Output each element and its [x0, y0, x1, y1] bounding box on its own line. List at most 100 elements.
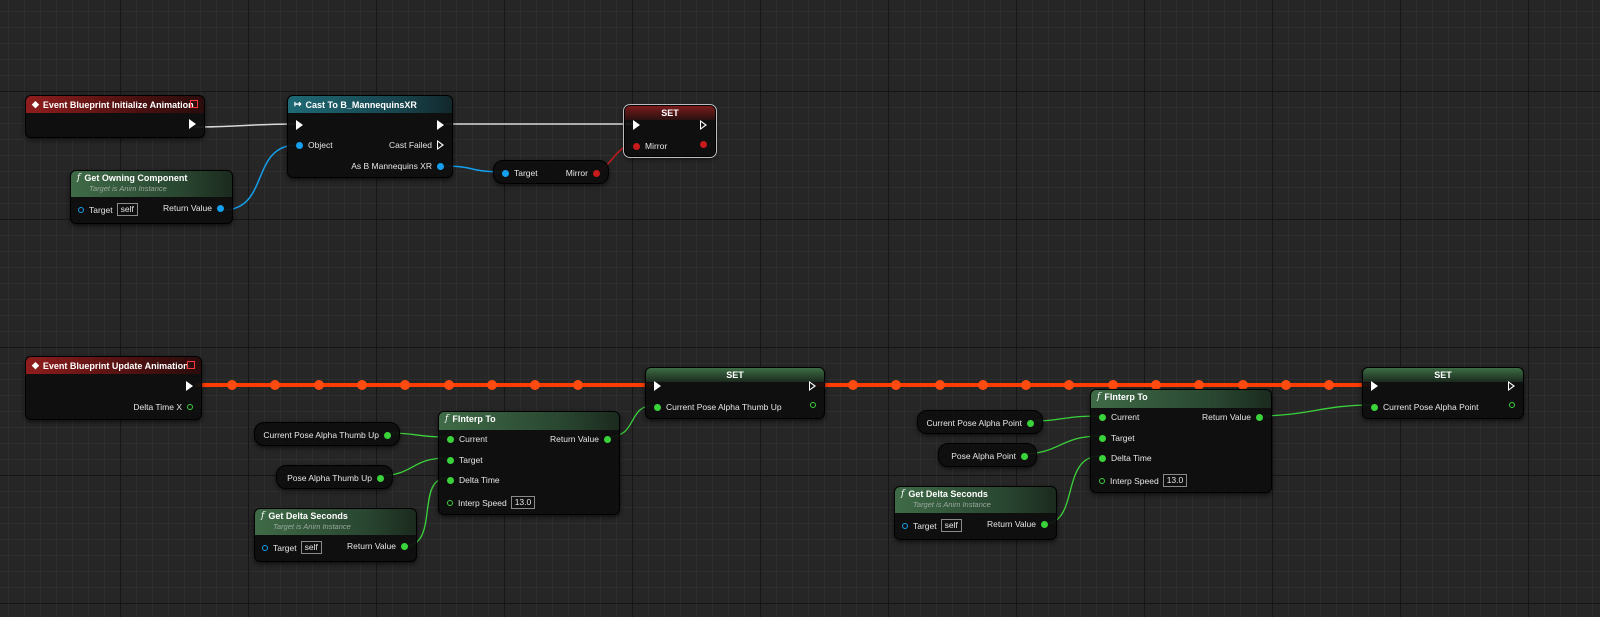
as-mannequins-pin[interactable]: As B Mannequins XR: [351, 161, 444, 171]
exec-out-pin[interactable]: [437, 120, 444, 130]
exec-in-pin[interactable]: [296, 120, 303, 130]
cast-failed-pin[interactable]: Cast Failed: [389, 140, 444, 150]
interp-speed-pin[interactable]: Interp Speed 13.0: [1099, 474, 1188, 487]
exec-flow-bubble: [487, 380, 497, 390]
function-icon: f: [445, 414, 449, 424]
interp-speed-field[interactable]: 13.0: [510, 496, 536, 509]
value-output-pin[interactable]: Current Pose Alpha Point: [927, 418, 1034, 428]
target-pin[interactable]: Target: [502, 168, 538, 178]
thumb-up-output-pin[interactable]: [810, 402, 816, 408]
target-pin[interactable]: Target: [1099, 433, 1135, 443]
float-pin-icon: [377, 474, 384, 482]
object-input-pin[interactable]: Object: [296, 140, 333, 150]
exec-in-pin[interactable]: [633, 120, 640, 130]
exec-out-pin[interactable]: [189, 119, 196, 129]
current-pin[interactable]: Current: [1099, 412, 1139, 422]
set-point-node[interactable]: SET Current Pose Alpha Point: [1362, 367, 1524, 419]
node-title: FInterp To: [1104, 392, 1148, 402]
return-value-pin[interactable]: Return Value: [163, 203, 224, 213]
point-output-pin[interactable]: [1509, 402, 1515, 408]
event-update-animation-node[interactable]: ◆ Event Blueprint Update Animation Delta…: [25, 356, 202, 420]
exec-out-pin[interactable]: [700, 120, 707, 130]
point-input-pin[interactable]: Current Pose Alpha Point: [1371, 402, 1478, 412]
value-output-pin[interactable]: Current Pose Alpha Thumb Up: [263, 430, 391, 440]
node-header: ↦ Cast To B_MannequinsXR: [288, 96, 452, 113]
delegate-pin-icon[interactable]: [187, 361, 195, 369]
exec-in-pin[interactable]: [1371, 381, 1378, 391]
exec-flow-bubble: [1281, 380, 1291, 390]
target-pin[interactable]: Target self: [902, 519, 962, 532]
finterp-to-node[interactable]: f FInterp To Current Return Value Target…: [438, 411, 620, 515]
float-pin-icon: [1099, 454, 1106, 462]
exec-in-pin[interactable]: [654, 381, 661, 391]
bool-pin-icon: [700, 141, 707, 148]
target-pin[interactable]: Target self: [262, 541, 322, 554]
node-title: Event Blueprint Initialize Animation: [42, 99, 194, 110]
current-pin[interactable]: Current: [447, 434, 487, 444]
node-header: f FInterp To: [439, 412, 619, 430]
interp-speed-pin[interactable]: Interp Speed 13.0: [447, 496, 536, 509]
delta-time-pin[interactable]: Delta Time: [447, 475, 500, 485]
current-point-getter[interactable]: Current Pose Alpha Point: [917, 410, 1043, 434]
target-value-field[interactable]: self: [300, 541, 322, 554]
target-value-field[interactable]: self: [940, 519, 962, 532]
get-owning-component-node[interactable]: f Get Owning Component Target is Anim In…: [70, 170, 233, 224]
exec-flow-bubble: [1021, 380, 1031, 390]
exec-out-pin[interactable]: [186, 381, 193, 391]
pose-point-getter[interactable]: Pose Alpha Point: [938, 443, 1037, 467]
thumb-up-input-pin[interactable]: Current Pose Alpha Thumb Up: [654, 402, 782, 412]
delta-time-pin[interactable]: Delta Time: [1099, 453, 1152, 463]
target-pin[interactable]: Target self: [78, 203, 138, 216]
get-delta-seconds-node[interactable]: f Get Delta Seconds Target is Anim Insta…: [894, 486, 1057, 540]
mirror-output-pin[interactable]: Mirror: [566, 168, 600, 178]
function-icon: f: [901, 489, 905, 499]
float-pin-icon: [187, 404, 193, 410]
cast-to-node[interactable]: ↦ Cast To B_MannequinsXR Object Cast Fai…: [287, 95, 453, 178]
bool-pin-icon: [633, 142, 640, 150]
set-thumb-up-node[interactable]: SET Current Pose Alpha Thumb Up: [645, 367, 825, 419]
node-title: Get Delta Seconds: [268, 511, 348, 521]
mirror-getter-node[interactable]: Target Mirror: [493, 160, 609, 184]
return-value-pin[interactable]: Return Value: [1202, 412, 1263, 422]
node-title: Event Blueprint Update Animation: [42, 360, 189, 371]
function-icon: f: [261, 511, 265, 521]
exec-flow-bubble: [227, 380, 237, 390]
exec-flow-bubble: [400, 380, 410, 390]
return-value-pin[interactable]: Return Value: [347, 541, 408, 551]
exec-pin-icon: [654, 381, 661, 391]
delta-time-pin[interactable]: Delta Time X: [133, 402, 193, 412]
exec-flow-bubble: [357, 380, 367, 390]
exec-flow-bubble: [1064, 380, 1074, 390]
delegate-pin-icon[interactable]: [190, 100, 198, 108]
target-value-field[interactable]: self: [116, 203, 138, 216]
exec-pin-icon: [1508, 381, 1515, 391]
exec-pin-icon: [437, 120, 444, 130]
set-mirror-node[interactable]: SET Mirror: [623, 104, 717, 158]
mirror-input-pin[interactable]: Mirror: [633, 141, 667, 151]
finterp-to-node[interactable]: f FInterp To Current Return Value Target…: [1090, 389, 1272, 493]
mirror-output-pin[interactable]: [700, 141, 707, 148]
value-output-pin[interactable]: Pose Alpha Thumb Up: [287, 473, 384, 483]
exec-pin-icon: [809, 381, 816, 391]
exec-flow-bubble: [978, 380, 988, 390]
float-wire: [1255, 404, 1374, 417]
return-value-pin[interactable]: Return Value: [987, 519, 1048, 529]
exec-out-pin[interactable]: [809, 381, 816, 391]
value-output-pin[interactable]: Pose Alpha Point: [951, 451, 1028, 461]
pose-thumb-up-getter[interactable]: Pose Alpha Thumb Up: [276, 465, 393, 489]
node-subtitle: Target is Anim Instance: [89, 184, 167, 193]
exec-out-pin[interactable]: [1508, 381, 1515, 391]
return-value-pin[interactable]: Return Value: [550, 434, 611, 444]
event-initialize-animation-node[interactable]: ◆ Event Blueprint Initialize Animation: [25, 95, 205, 138]
interp-speed-field[interactable]: 13.0: [1162, 474, 1188, 487]
node-title: SET: [1434, 370, 1452, 380]
float-pin-icon: [1509, 402, 1515, 408]
object-pin-icon: [217, 204, 224, 212]
get-delta-seconds-node[interactable]: f Get Delta Seconds Target is Anim Insta…: [254, 508, 417, 562]
exec-flow-bubble: [573, 380, 583, 390]
blueprint-graph-canvas[interactable]: ◆ Event Blueprint Initialize Animation ↦…: [0, 0, 1600, 617]
node-title: Get Owning Component: [84, 173, 188, 183]
current-thumb-up-getter[interactable]: Current Pose Alpha Thumb Up: [254, 422, 400, 446]
target-pin[interactable]: Target: [447, 455, 483, 465]
object-pin-icon: [902, 522, 908, 529]
